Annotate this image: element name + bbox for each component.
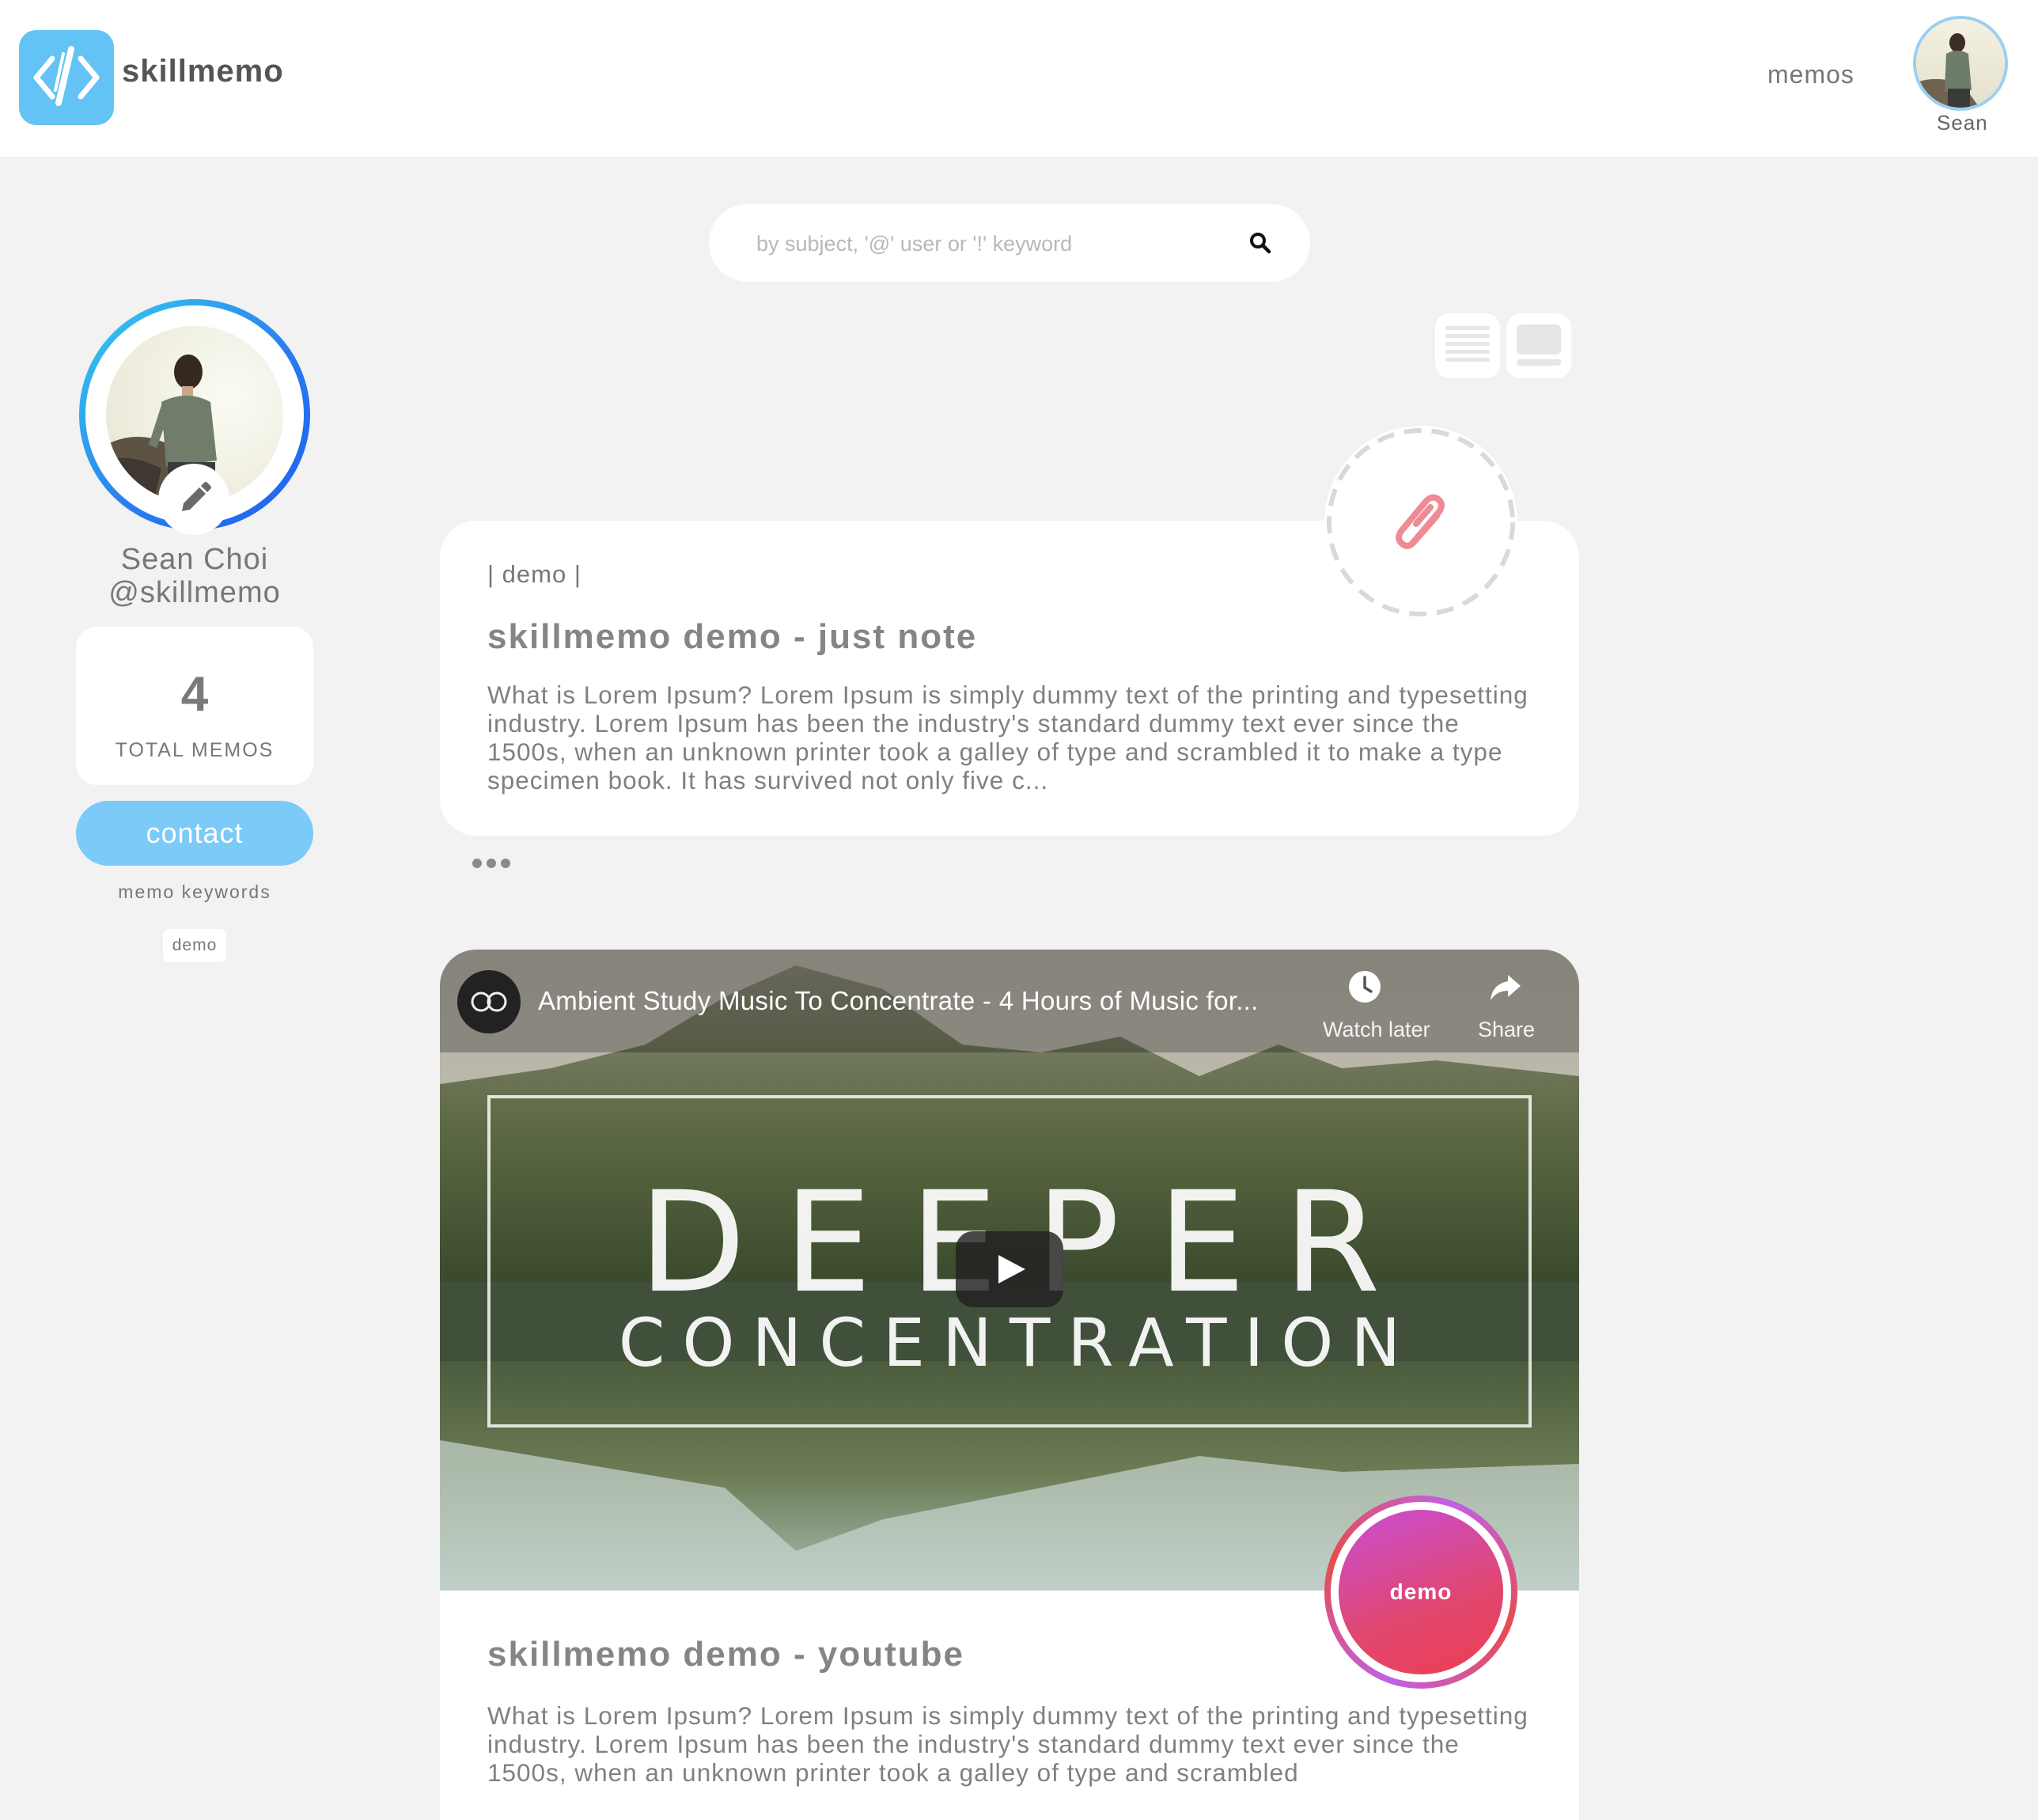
search-bar [709,204,1310,282]
memo-card[interactable]: DEEPER CONCENTRATION Ambient Study Music… [440,950,1579,1820]
brand-name[interactable]: skillmemo [122,54,284,89]
share-icon[interactable] [1486,967,1525,1007]
total-memos-count: 4 [180,667,209,722]
total-memos-label: TOTAL MEMOS [115,739,275,761]
pencil-icon [182,482,211,511]
profile-handle: @skillmemo [108,576,281,609]
card-view-icon [1517,324,1561,366]
video-subheadline: CONCENTRATION [618,1304,1419,1382]
paperclip-icon [1396,494,1445,549]
play-button[interactable] [956,1231,1063,1307]
clock-icon[interactable] [1345,967,1385,1007]
list-view-button[interactable] [1435,313,1500,378]
play-icon [998,1255,1025,1283]
card-view-button[interactable] [1506,313,1571,378]
user-avatar[interactable] [1913,16,2008,111]
keyword-chip[interactable]: demo [163,929,226,962]
search-input[interactable] [755,223,1217,264]
memo-title[interactable]: skillmemo demo - youtube [487,1635,964,1674]
keyword-badge-label: demo [1339,1510,1503,1674]
total-memos-card: 4 TOTAL MEMOS [76,627,313,785]
search-icon[interactable] [1248,231,1272,255]
nav-username: Sean [1937,111,1988,135]
channel-avatar[interactable] [457,970,521,1033]
list-view-icon [1445,326,1490,362]
memo-body: What is Lorem Ipsum? Lorem Ipsum is simp… [487,1701,1528,1787]
keyword-badge[interactable]: demo [1324,1496,1517,1689]
contact-button[interactable]: contact [76,801,313,866]
skillmemo-logo-icon[interactable] [19,30,114,125]
top-navbar: skillmemo memos Sean [0,0,2038,157]
memo-title[interactable]: skillmemo demo - just note [487,617,977,657]
more-options-icon[interactable] [472,858,511,869]
nav-link-memos[interactable]: memos [1767,60,1854,89]
youtube-video-player[interactable]: DEEPER CONCENTRATION Ambient Study Music… [440,950,1579,1591]
memo-body: What is Lorem Ipsum? Lorem Ipsum is simp… [487,681,1528,794]
profile-name: Sean Choi [120,543,269,576]
memo-keywords-title: memo keywords [118,882,271,902]
watch-later-label[interactable]: Watch later [1323,1018,1430,1042]
share-label[interactable]: Share [1478,1018,1535,1042]
video-title[interactable]: Ambient Study Music To Concentrate - 4 H… [538,986,1259,1016]
attachment-badge[interactable] [1324,426,1517,619]
memo-tag[interactable]: | demo | [487,560,581,589]
edit-avatar-button[interactable] [158,464,229,535]
